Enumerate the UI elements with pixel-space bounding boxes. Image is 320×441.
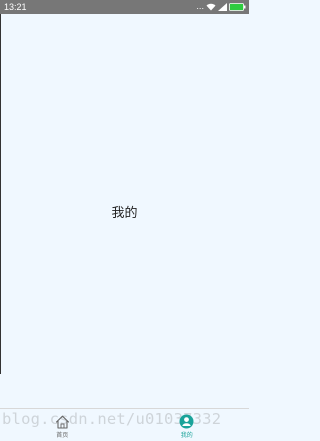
tab-home-label: 首页	[56, 432, 69, 439]
tab-me-label: 我的	[180, 432, 193, 439]
tab-home[interactable]: 首页	[0, 409, 125, 441]
home-icon	[55, 415, 69, 429]
page-title: 我的	[111, 205, 138, 221]
status-time: 13:21	[4, 2, 27, 12]
status-icons: ...	[196, 3, 246, 11]
battery-icon	[229, 3, 246, 11]
signal-icon	[218, 3, 227, 11]
tab-me[interactable]: 我的	[125, 409, 250, 441]
status-bar: 13:21 ...	[0, 0, 249, 14]
wifi-icon	[206, 3, 216, 11]
signal-dots-icon: ...	[196, 2, 204, 11]
main-content: 我的	[0, 14, 249, 408]
profile-icon	[179, 414, 194, 429]
bottom-tab-bar: 首页 我的	[0, 408, 249, 441]
